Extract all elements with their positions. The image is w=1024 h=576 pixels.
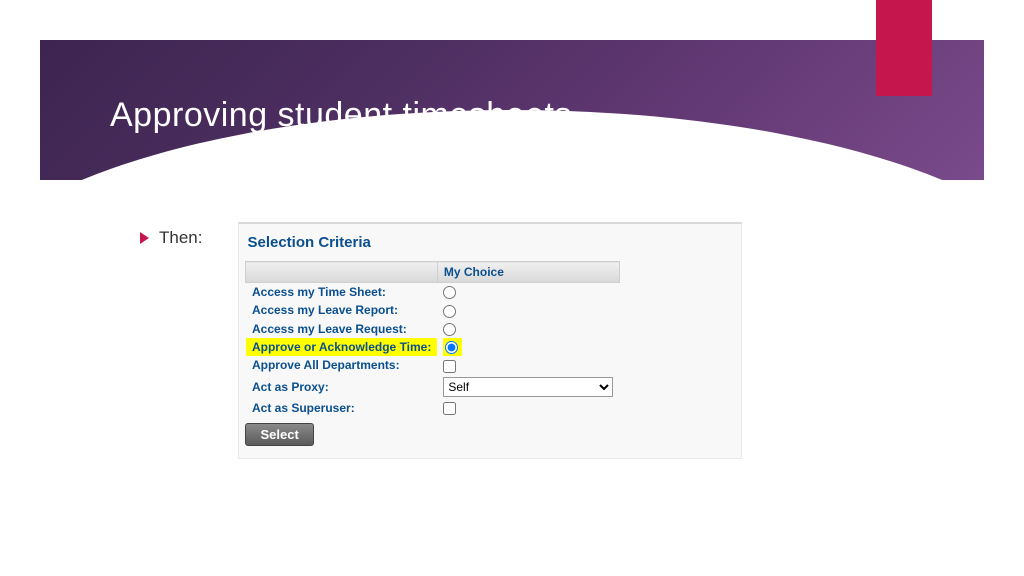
label-approve-all: Approve All Departments: bbox=[246, 356, 437, 374]
label-time-sheet: Access my Time Sheet: bbox=[246, 283, 437, 302]
select-button[interactable]: Select bbox=[245, 423, 313, 446]
selection-criteria-panel: Selection Criteria My Choice Access my T… bbox=[238, 222, 742, 459]
bullet-text: Then: bbox=[159, 228, 202, 248]
label-leave-request: Access my Leave Request: bbox=[246, 320, 437, 338]
radio-approve-acknowledge[interactable] bbox=[445, 341, 458, 354]
label-proxy: Act as Proxy: bbox=[246, 375, 437, 399]
row-leave-report: Access my Leave Report: bbox=[246, 301, 619, 319]
bullet-item: Then: bbox=[140, 228, 202, 248]
page-title: Approving student timesheets bbox=[110, 96, 572, 135]
row-approve-all: Approve All Departments: bbox=[246, 356, 619, 374]
title-banner: Approving student timesheets bbox=[40, 40, 984, 180]
col-my-choice: My Choice bbox=[437, 262, 619, 283]
col-blank bbox=[246, 262, 437, 283]
triangle-bullet-icon bbox=[140, 232, 149, 244]
row-superuser: Act as Superuser: bbox=[246, 399, 619, 417]
label-approve-acknowledge: Approve or Acknowledge Time: bbox=[246, 338, 437, 356]
checkbox-approve-all[interactable] bbox=[443, 360, 456, 373]
checkbox-superuser[interactable] bbox=[443, 402, 456, 415]
radio-leave-report[interactable] bbox=[443, 305, 456, 318]
table-header-row: My Choice bbox=[246, 262, 619, 283]
accent-tab bbox=[876, 0, 932, 96]
radio-time-sheet[interactable] bbox=[443, 286, 456, 299]
label-leave-report: Access my Leave Report: bbox=[246, 301, 437, 319]
row-time-sheet: Access my Time Sheet: bbox=[246, 283, 619, 302]
panel-title: Selection Criteria bbox=[245, 232, 735, 261]
content-area: Then: Selection Criteria My Choice Acces… bbox=[140, 222, 742, 459]
row-approve-acknowledge: Approve or Acknowledge Time: bbox=[246, 338, 619, 356]
select-proxy[interactable]: Self bbox=[443, 377, 613, 397]
row-leave-request: Access my Leave Request: bbox=[246, 320, 619, 338]
radio-leave-request[interactable] bbox=[443, 323, 456, 336]
row-proxy: Act as Proxy: Self bbox=[246, 375, 619, 399]
label-superuser: Act as Superuser: bbox=[246, 399, 437, 417]
criteria-table: My Choice Access my Time Sheet: Access m… bbox=[245, 261, 619, 417]
